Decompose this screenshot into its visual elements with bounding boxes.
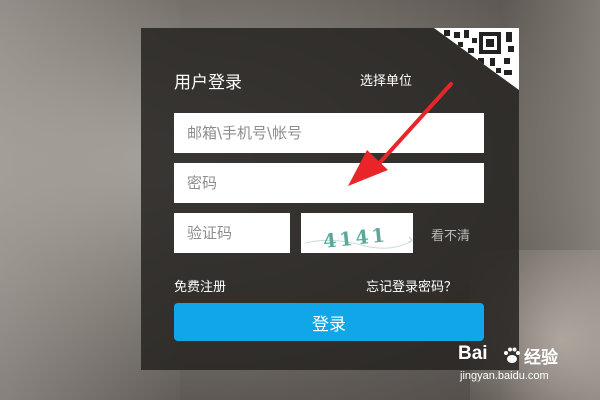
username-input[interactable] [174, 113, 484, 153]
baidu-watermark: Bai 经验 jingyan.baidu.com [458, 343, 588, 393]
captcha-image[interactable]: 4141 [301, 213, 413, 253]
password-input[interactable] [174, 163, 484, 203]
select-unit-link[interactable]: 选择单位 [360, 70, 412, 89]
qr-code-icon[interactable] [434, 28, 519, 90]
login-title: 用户登录 [174, 73, 242, 93]
baidu-jingyan-text: 经验 [524, 348, 558, 368]
refresh-captcha-link[interactable]: 看不清 [431, 225, 470, 244]
baidu-paw-icon [504, 347, 520, 363]
watermark-url: jingyan.baidu.com [460, 370, 549, 382]
login-button[interactable]: 登录 [174, 303, 484, 341]
forgot-password-link[interactable]: 忘记登录密码？ [366, 276, 457, 295]
baidu-logo-text: Bai [458, 343, 488, 364]
register-link[interactable]: 免费注册 [174, 276, 226, 295]
captcha-input[interactable] [174, 213, 290, 253]
